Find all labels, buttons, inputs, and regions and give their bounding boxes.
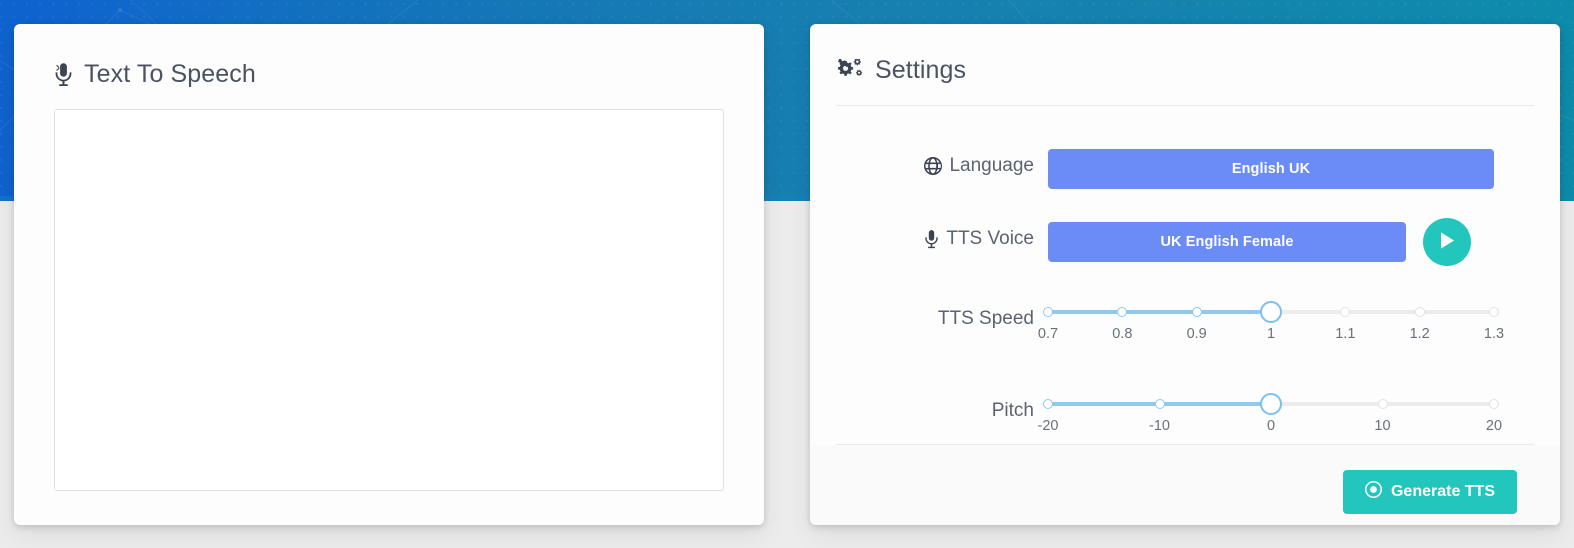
- speed-label: TTS Speed: [937, 308, 1034, 329]
- slider-tick-label: -10: [1149, 418, 1170, 434]
- slider-stop[interactable]: [1414, 307, 1425, 317]
- voice-label-group: TTS Voice: [810, 222, 1048, 256]
- slider-tick-label: 20: [1485, 418, 1503, 434]
- text-to-speech-card: Text To Speech: [14, 24, 764, 525]
- microphone-icon: [54, 62, 73, 87]
- slider-tick-label: 1.2: [1409, 326, 1430, 342]
- voice-control: UK English Female: [1048, 218, 1560, 266]
- slider-stop[interactable]: [1154, 399, 1165, 409]
- settings-card: Settings Language English UK TTS Voice U…: [810, 24, 1560, 525]
- slider-stop[interactable]: [1489, 307, 1499, 317]
- language-label-group: Language: [810, 149, 1048, 183]
- voice-select[interactable]: UK English Female: [1048, 222, 1406, 262]
- slider-tick-label: 1: [1266, 326, 1276, 342]
- pitch-label-group: Pitch: [810, 394, 1048, 428]
- slider-stop[interactable]: [1043, 399, 1053, 409]
- generate-tts-label: Generate TTS: [1390, 483, 1495, 500]
- settings-header-divider: [836, 105, 1534, 106]
- tts-speed-slider[interactable]: 0.7 0.8 0.9 1 1.1 1.2 1.3: [1038, 301, 1504, 348]
- tts-text-input[interactable]: [54, 109, 724, 491]
- voice-label: TTS Voice: [946, 228, 1034, 249]
- microphone-icon: [924, 229, 939, 249]
- slider-tick-label: 0.8: [1112, 326, 1133, 342]
- slider-stop[interactable]: [1340, 307, 1351, 317]
- voice-row: TTS Voice UK English Female: [810, 218, 1560, 266]
- slider-tick-label: 0: [1266, 418, 1276, 434]
- slider-stop[interactable]: [1043, 307, 1053, 317]
- generate-tts-button[interactable]: Generate TTS: [1342, 470, 1517, 514]
- slider-handle[interactable]: [1260, 393, 1282, 415]
- language-control: English UK: [1048, 149, 1560, 189]
- slider-tick-label: -20: [1037, 418, 1059, 434]
- slider-tick-label: 10: [1374, 418, 1391, 434]
- settings-footer: Generate TTS: [810, 445, 1560, 525]
- slider-tick-label: 0.9: [1186, 326, 1207, 342]
- pitch-label: Pitch: [991, 400, 1034, 421]
- play-icon: [1439, 231, 1456, 253]
- language-row: Language English UK: [810, 149, 1560, 189]
- language-label: Language: [949, 155, 1034, 176]
- slider-fill: [1048, 310, 1271, 314]
- slider-stop[interactable]: [1117, 307, 1128, 317]
- settings-header: Settings: [810, 24, 1560, 85]
- cogs-icon: [838, 59, 865, 82]
- speed-row: TTS Speed 0.7 0.8 0.9 1 1.1 1.2 1.3: [810, 301, 1560, 348]
- page-title: Text To Speech: [84, 60, 256, 88]
- speed-label-group: TTS Speed: [810, 302, 1048, 336]
- slider-tick-label: 0.7: [1037, 326, 1059, 342]
- pitch-slider[interactable]: -20 -10 0 10 20: [1038, 393, 1502, 440]
- slider-stop[interactable]: [1377, 399, 1388, 409]
- globe-icon: [924, 157, 943, 175]
- text-to-speech-header: Text To Speech: [14, 24, 764, 89]
- dot-circle-icon: [1364, 481, 1382, 503]
- pitch-control: -20 -10 0 10 20: [1038, 393, 1560, 440]
- speed-control: 0.7 0.8 0.9 1 1.1 1.2 1.3: [1038, 301, 1560, 348]
- play-voice-preview-button[interactable]: [1423, 218, 1471, 266]
- settings-title: Settings: [875, 56, 967, 84]
- slider-stop[interactable]: [1489, 399, 1499, 409]
- slider-stop[interactable]: [1191, 307, 1202, 317]
- slider-tick-label: 1.1: [1335, 326, 1356, 342]
- page-root: Text To Speech Settings Language English…: [0, 0, 1574, 548]
- pitch-row: Pitch -20 -10 0 10 20: [810, 393, 1560, 440]
- slider-tick-label: 1.3: [1483, 326, 1505, 342]
- language-select[interactable]: English UK: [1048, 149, 1494, 189]
- slider-handle[interactable]: [1260, 301, 1282, 323]
- settings-form: Language English UK TTS Voice UK English…: [810, 114, 1560, 444]
